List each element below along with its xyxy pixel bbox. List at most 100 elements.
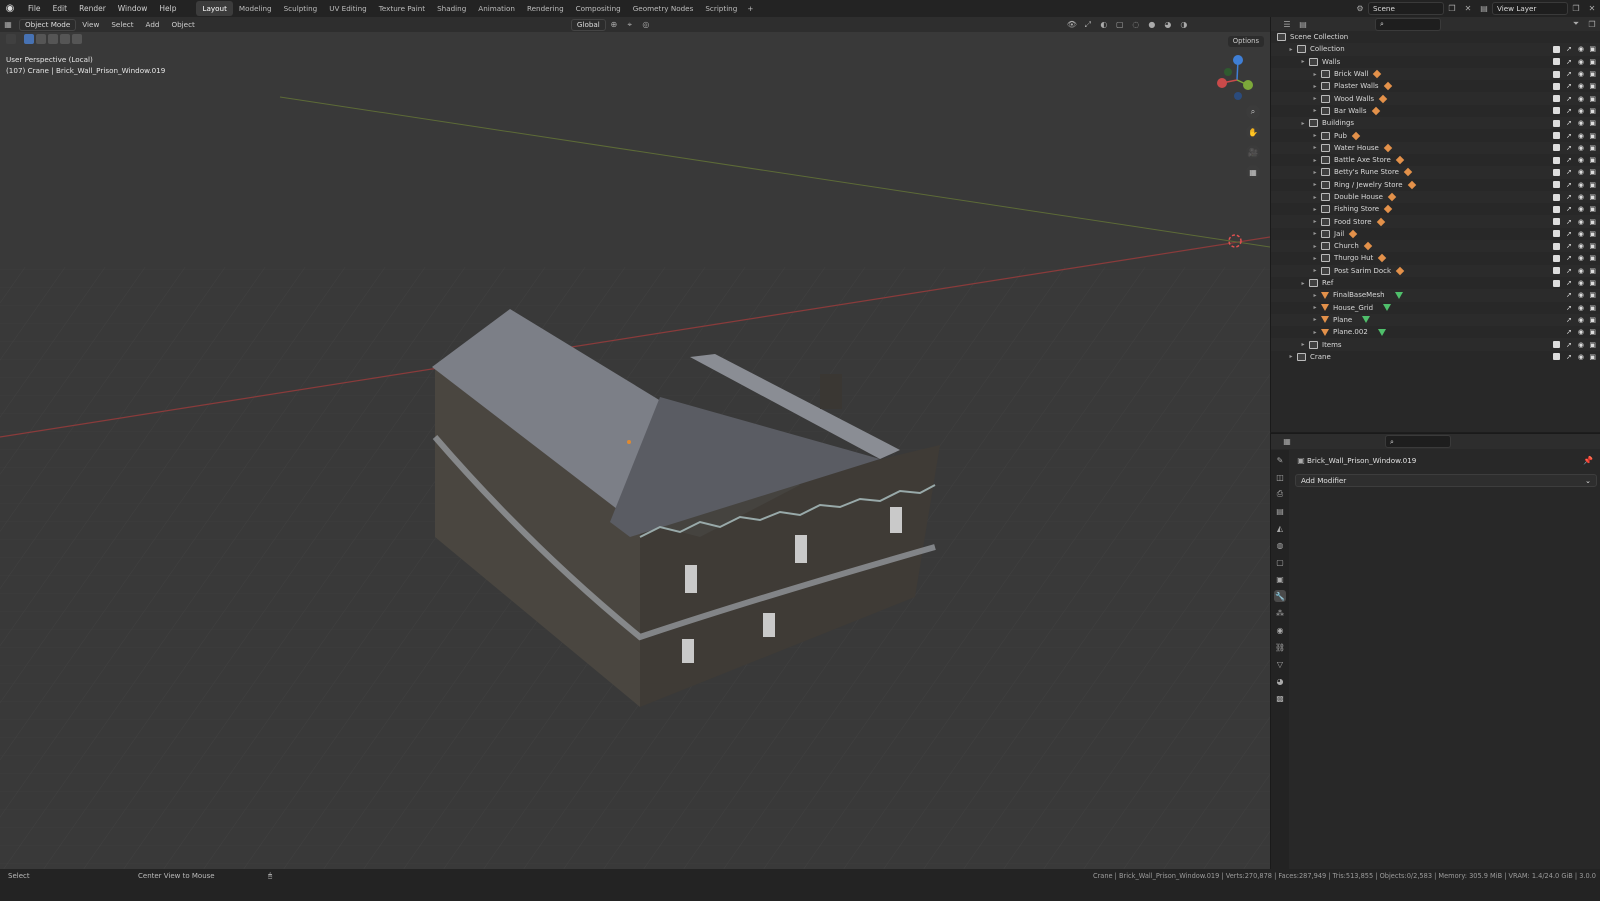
- selectable-arrow-icon[interactable]: ➚: [1566, 82, 1572, 90]
- render-tab-icon[interactable]: ◫: [1274, 471, 1286, 483]
- menu-window[interactable]: Window: [112, 0, 154, 17]
- selectable-arrow-icon[interactable]: ➚: [1566, 45, 1572, 53]
- expand-arrow-icon[interactable]: ▸: [1311, 107, 1319, 114]
- expand-arrow-icon[interactable]: ▸: [1311, 304, 1319, 311]
- selectable-arrow-icon[interactable]: ➚: [1566, 193, 1572, 201]
- expand-arrow-icon[interactable]: ▸: [1311, 169, 1319, 176]
- expand-arrow-icon[interactable]: ▸: [1287, 46, 1295, 53]
- selectable-arrow-icon[interactable]: ➚: [1566, 95, 1572, 103]
- add-modifier-dropdown[interactable]: Add Modifier ⌄: [1295, 474, 1597, 487]
- expand-arrow-icon[interactable]: ▸: [1311, 132, 1319, 139]
- gizmo-z-axis[interactable]: [1233, 55, 1243, 65]
- render-camera-icon[interactable]: ▣: [1589, 156, 1596, 164]
- properties-editor-icon[interactable]: ▦: [1279, 435, 1295, 448]
- visibility-eye-icon[interactable]: ◉: [1578, 181, 1584, 189]
- new-collection-icon[interactable]: ❐: [1584, 18, 1600, 31]
- expand-arrow-icon[interactable]: ▸: [1287, 353, 1295, 360]
- gizmo-x-axis[interactable]: [1217, 78, 1227, 88]
- selectable-arrow-icon[interactable]: ➚: [1566, 230, 1572, 238]
- render-camera-icon[interactable]: ▣: [1589, 82, 1596, 90]
- tab-geometry-nodes[interactable]: Geometry Nodes: [627, 1, 700, 16]
- render-camera-icon[interactable]: ▣: [1589, 242, 1596, 250]
- select-new-icon[interactable]: [24, 34, 34, 44]
- tool-settings-icon[interactable]: [6, 34, 16, 44]
- menu-edit[interactable]: Edit: [47, 0, 74, 17]
- tab-sculpting[interactable]: Sculpting: [278, 1, 324, 16]
- selectable-arrow-icon[interactable]: ➚: [1566, 181, 1572, 189]
- tab-texture-paint[interactable]: Texture Paint: [373, 1, 431, 16]
- snap-icon[interactable]: ⌖: [622, 18, 638, 31]
- expand-arrow-icon[interactable]: ▸: [1311, 71, 1319, 78]
- render-camera-icon[interactable]: ▣: [1589, 132, 1596, 140]
- exclude-checkbox[interactable]: [1553, 242, 1560, 250]
- outliner-row[interactable]: ▸ Water House ➚ ◉ ▣: [1271, 141, 1600, 154]
- exclude-checkbox[interactable]: [1553, 107, 1560, 115]
- select-subtract-icon[interactable]: [48, 34, 58, 44]
- selectable-arrow-icon[interactable]: ➚: [1566, 70, 1572, 78]
- tab-shading[interactable]: Shading: [431, 1, 472, 16]
- outliner-row[interactable]: ▸ Pub ➚ ◉ ▣: [1271, 129, 1600, 141]
- scene-field[interactable]: Scene: [1368, 2, 1444, 15]
- select-extend-icon[interactable]: [36, 34, 46, 44]
- visibility-eye-icon[interactable]: ◉: [1578, 279, 1584, 287]
- xray-icon[interactable]: ▢: [1112, 18, 1128, 31]
- exclude-checkbox[interactable]: [1553, 353, 1560, 361]
- tab-rendering[interactable]: Rendering: [521, 1, 570, 16]
- visibility-eye-icon[interactable]: ◉: [1578, 230, 1584, 238]
- visibility-eye-icon[interactable]: ◉: [1578, 132, 1584, 140]
- new-scene-icon[interactable]: ❐: [1444, 2, 1460, 15]
- visibility-eye-icon[interactable]: ◉: [1578, 119, 1584, 127]
- selectable-arrow-icon[interactable]: ➚: [1566, 156, 1572, 164]
- material-tab-icon[interactable]: ◕: [1274, 675, 1286, 687]
- outliner-row[interactable]: ▸ Buildings ➚ ◉ ▣: [1271, 117, 1600, 130]
- expand-arrow-icon[interactable]: ▸: [1311, 316, 1319, 323]
- selectable-arrow-icon[interactable]: ➚: [1566, 353, 1572, 361]
- render-camera-icon[interactable]: ▣: [1589, 304, 1596, 312]
- texture-tab-icon[interactable]: ▩: [1274, 692, 1286, 704]
- render-camera-icon[interactable]: ▣: [1589, 353, 1596, 361]
- render-camera-icon[interactable]: ▣: [1589, 230, 1596, 238]
- view-layer-field[interactable]: View Layer: [1492, 2, 1568, 15]
- object-tab-icon[interactable]: ▣: [1274, 573, 1286, 585]
- exclude-checkbox[interactable]: [1553, 341, 1560, 349]
- physics-tab-icon[interactable]: ◉: [1274, 624, 1286, 636]
- menu-add[interactable]: Add: [140, 20, 166, 29]
- exclude-checkbox[interactable]: [1553, 267, 1560, 275]
- expand-arrow-icon[interactable]: ▸: [1311, 230, 1319, 237]
- tool-tab-icon[interactable]: ✎: [1274, 454, 1286, 466]
- outliner-row[interactable]: ▸ Crane ➚ ◉ ▣: [1271, 351, 1600, 363]
- exclude-checkbox[interactable]: [1553, 230, 1560, 238]
- visibility-eye-icon[interactable]: ◉: [1578, 267, 1584, 275]
- visibility-eye-icon[interactable]: ◉: [1578, 45, 1584, 53]
- selectable-arrow-icon[interactable]: ➚: [1566, 267, 1572, 275]
- particles-tab-icon[interactable]: ⁂: [1274, 607, 1286, 619]
- render-camera-icon[interactable]: ▣: [1589, 291, 1596, 299]
- exclude-checkbox[interactable]: [1553, 156, 1560, 164]
- display-mode-icon[interactable]: ▤: [1295, 18, 1311, 31]
- selectable-arrow-icon[interactable]: ➚: [1566, 242, 1572, 250]
- render-camera-icon[interactable]: ▣: [1589, 70, 1596, 78]
- gizmo-neg-y[interactable]: [1224, 68, 1232, 76]
- visibility-eye-icon[interactable]: ◉: [1578, 70, 1584, 78]
- render-camera-icon[interactable]: ▣: [1589, 328, 1596, 336]
- outliner-search-input[interactable]: ⌕: [1375, 17, 1441, 31]
- menu-file[interactable]: File: [22, 0, 47, 17]
- expand-arrow-icon[interactable]: ▸: [1311, 157, 1319, 164]
- outliner-row[interactable]: ▸ Walls ➚ ◉ ▣: [1271, 56, 1600, 68]
- visibility-eye-icon[interactable]: ◉: [1578, 193, 1584, 201]
- expand-arrow-icon[interactable]: ▸: [1311, 206, 1319, 213]
- render-camera-icon[interactable]: ▣: [1589, 119, 1596, 127]
- exclude-checkbox[interactable]: [1553, 168, 1560, 176]
- tab-compositing[interactable]: Compositing: [570, 1, 627, 16]
- outliner-row[interactable]: ▸ Thurgo Hut ➚ ◉ ▣: [1271, 252, 1600, 264]
- material-shading-icon[interactable]: ◕: [1160, 18, 1176, 31]
- solid-shading-icon[interactable]: ●: [1144, 18, 1160, 31]
- exclude-checkbox[interactable]: [1553, 132, 1560, 140]
- exclude-checkbox[interactable]: [1553, 119, 1560, 127]
- render-camera-icon[interactable]: ▣: [1589, 279, 1596, 287]
- mode-selector[interactable]: Object Mode: [19, 18, 77, 31]
- outliner-row[interactable]: ▸ Food Store ➚ ◉ ▣: [1271, 215, 1600, 228]
- expand-arrow-icon[interactable]: ▸: [1311, 255, 1319, 262]
- scene-tab-icon[interactable]: ◭: [1274, 522, 1286, 534]
- mesh-data-tab-icon[interactable]: ▽: [1274, 658, 1286, 670]
